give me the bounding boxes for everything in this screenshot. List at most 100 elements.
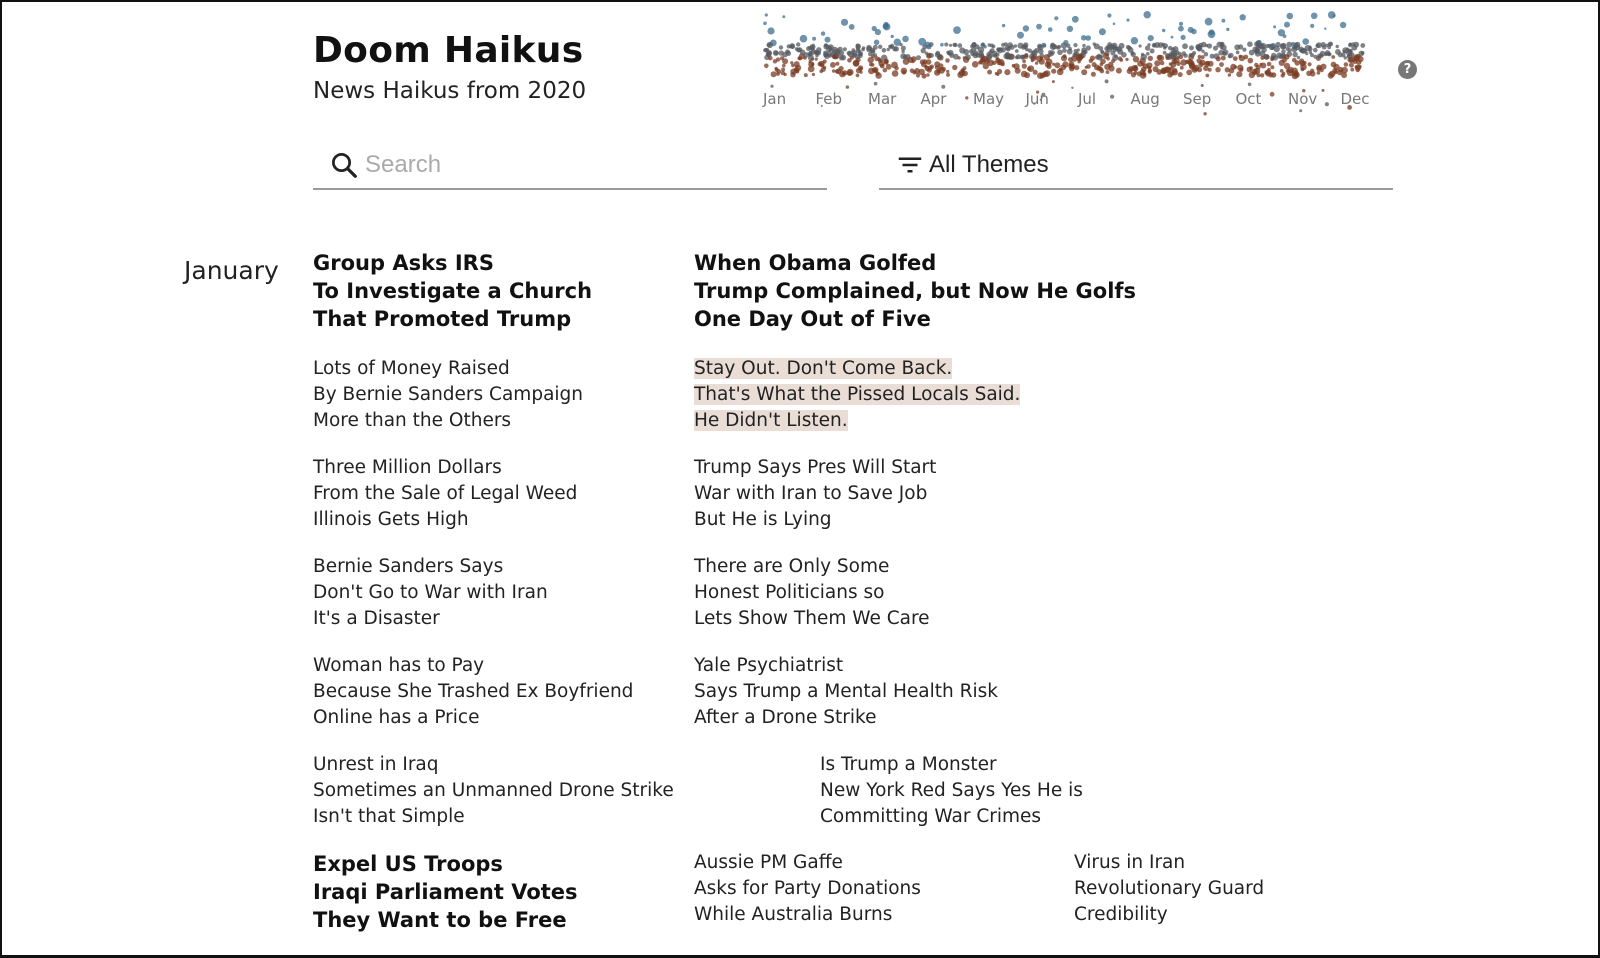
timeline-dot[interactable] <box>952 64 958 71</box>
timeline-dot[interactable] <box>811 44 816 50</box>
timeline-dot[interactable] <box>1351 44 1358 51</box>
timeline-dot[interactable] <box>1230 63 1237 70</box>
timeline-dot[interactable] <box>1324 52 1328 57</box>
timeline-dot[interactable] <box>919 59 926 65</box>
timeline-dot[interactable] <box>1144 45 1151 51</box>
timeline-dot[interactable] <box>926 53 932 59</box>
timeline-dot[interactable] <box>835 61 840 66</box>
timeline-dot[interactable] <box>1086 64 1091 69</box>
timeline-dot[interactable] <box>1068 57 1073 62</box>
timeline-dot[interactable] <box>1125 57 1129 62</box>
timeline-dot[interactable] <box>890 34 894 39</box>
timeline-dot[interactable] <box>1292 51 1298 58</box>
timeline-dot[interactable] <box>1062 54 1067 59</box>
timeline-dot[interactable] <box>1207 30 1216 39</box>
timeline-dot[interactable] <box>1226 27 1230 32</box>
timeline-dot[interactable] <box>1021 63 1027 69</box>
timeline-dot[interactable] <box>1133 70 1138 75</box>
timeline-dot[interactable] <box>989 48 995 54</box>
timeline-dot[interactable] <box>1056 45 1060 50</box>
timeline-dot[interactable] <box>1259 73 1265 78</box>
timeline-dot[interactable] <box>831 46 838 53</box>
timeline-dot[interactable] <box>1034 61 1039 65</box>
timeline-dot[interactable] <box>1330 61 1337 68</box>
timeline-dot[interactable] <box>1307 62 1312 67</box>
theme-filter-dropdown[interactable]: All Themes <box>879 142 1393 190</box>
timeline-dot[interactable] <box>873 53 878 58</box>
timeline-dot[interactable] <box>796 42 801 47</box>
timeline-dot[interactable] <box>832 55 837 59</box>
timeline-dot[interactable] <box>1271 52 1277 59</box>
timeline-dot[interactable] <box>1268 43 1275 51</box>
timeline-dot[interactable] <box>1313 54 1318 59</box>
timeline-dot[interactable] <box>1104 46 1109 51</box>
timeline-dot[interactable] <box>1171 69 1178 76</box>
timeline-dot[interactable] <box>1054 16 1059 21</box>
timeline-dot[interactable] <box>883 21 889 27</box>
timeline-dot[interactable] <box>1147 69 1152 74</box>
timeline-dot[interactable] <box>1310 23 1315 28</box>
timeline-dot[interactable] <box>1294 72 1300 78</box>
timeline-dot[interactable] <box>900 67 908 74</box>
timeline-dot[interactable] <box>1278 59 1285 66</box>
timeline-dot[interactable] <box>1335 49 1341 55</box>
timeline-dot[interactable] <box>1077 53 1084 59</box>
timeline-dot[interactable] <box>900 53 907 60</box>
timeline-dot[interactable] <box>1178 54 1184 60</box>
timeline-dot[interactable] <box>1224 67 1230 73</box>
timeline-dot[interactable] <box>925 59 932 65</box>
timeline-dot[interactable] <box>878 44 883 49</box>
timeline-dot[interactable] <box>1119 58 1124 62</box>
timeline-dot[interactable] <box>1342 47 1349 54</box>
timeline-dot[interactable] <box>1051 68 1057 74</box>
timeline-dot[interactable] <box>1215 67 1221 73</box>
timeline-dot[interactable] <box>1071 86 1074 90</box>
timeline-dot[interactable] <box>1003 53 1010 60</box>
timeline-dot[interactable] <box>1239 14 1246 21</box>
timeline-dot[interactable] <box>902 35 909 43</box>
timeline-dot[interactable] <box>978 50 984 56</box>
timeline-dot[interactable] <box>1068 46 1072 51</box>
timeline-dot[interactable] <box>1281 71 1286 76</box>
timeline-dot[interactable] <box>1140 52 1145 57</box>
timeline-dot[interactable] <box>1043 54 1050 61</box>
timeline-dot[interactable] <box>810 57 814 61</box>
timeline-dot[interactable] <box>1239 67 1244 72</box>
timeline-dot[interactable] <box>871 25 877 32</box>
timeline-dot[interactable] <box>1017 42 1024 49</box>
timeline-dot[interactable] <box>1189 63 1196 70</box>
timeline-dot[interactable] <box>962 56 966 60</box>
timeline-dot[interactable] <box>1187 26 1194 33</box>
timeline-dot[interactable] <box>1350 67 1355 72</box>
timeline-dot[interactable] <box>799 34 808 43</box>
timeline-dot[interactable] <box>1248 71 1256 79</box>
timeline-dot[interactable] <box>909 68 915 73</box>
timeline-dot[interactable] <box>1052 62 1056 66</box>
timeline-dot[interactable] <box>1321 44 1327 50</box>
timeline-dot[interactable] <box>1178 21 1184 26</box>
timeline-dot[interactable] <box>1267 67 1271 72</box>
timeline-dot[interactable] <box>957 43 963 48</box>
timeline-dot[interactable] <box>852 59 860 67</box>
timeline-dot[interactable] <box>941 66 946 72</box>
timeline-dot[interactable] <box>854 53 861 60</box>
timeline-dot[interactable] <box>1020 70 1028 78</box>
timeline-dot[interactable] <box>1112 22 1116 26</box>
timeline-dot[interactable] <box>782 58 789 65</box>
timeline-dot[interactable] <box>778 50 784 56</box>
timeline-dot[interactable] <box>891 70 899 77</box>
timeline-dot[interactable] <box>1220 46 1224 50</box>
timeline-dot[interactable] <box>1054 62 1061 69</box>
timeline-dot[interactable] <box>981 42 985 47</box>
timeline-dot[interactable] <box>1341 53 1346 58</box>
timeline-dot[interactable] <box>839 70 846 78</box>
timeline-dot[interactable] <box>1256 42 1263 49</box>
timeline-dot[interactable] <box>1146 51 1150 56</box>
timeline-dot[interactable] <box>947 51 951 56</box>
timeline-dot[interactable] <box>1232 56 1238 61</box>
timeline-dot[interactable] <box>785 49 790 55</box>
timeline-dot[interactable] <box>1203 51 1209 57</box>
timeline-dot[interactable] <box>1270 65 1275 70</box>
timeline-dot[interactable] <box>782 63 786 68</box>
timeline-dot[interactable] <box>813 49 818 55</box>
